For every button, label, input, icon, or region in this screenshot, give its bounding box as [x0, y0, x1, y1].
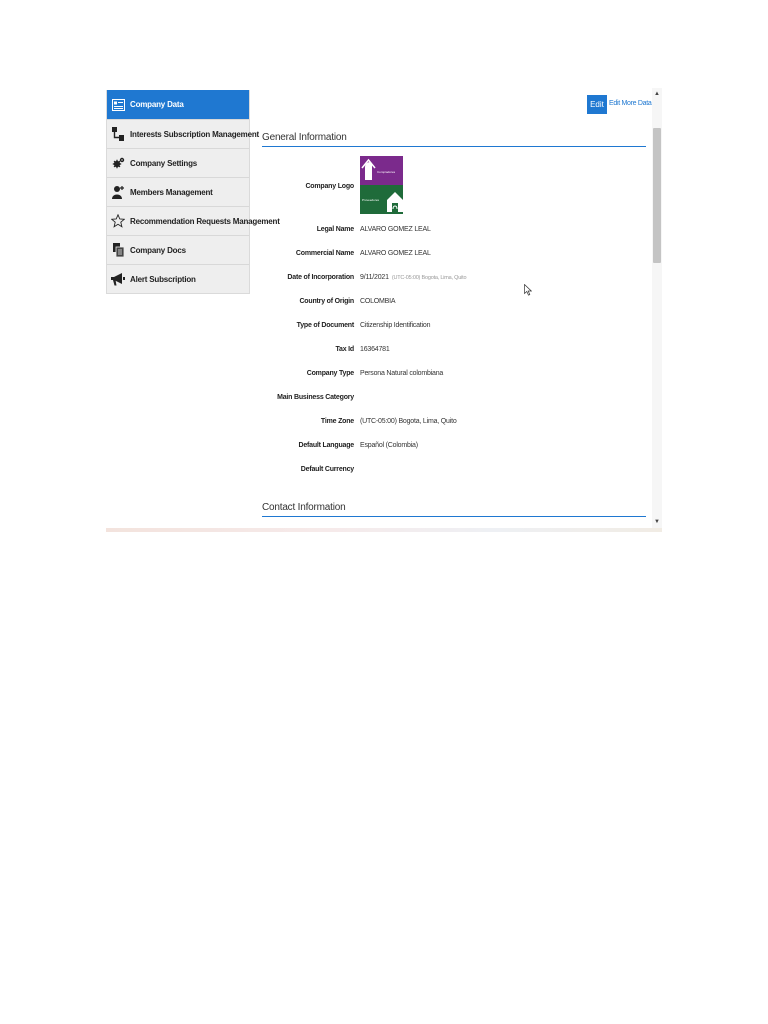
logo-text-top: Compradores	[377, 170, 396, 174]
field-legal-name: Legal Name ALVARO GOMEZ LEAL	[256, 226, 646, 238]
field-value: Citizenship Identification	[360, 322, 431, 329]
general-information-title: General Information	[262, 132, 347, 143]
field-label: Date of Incorporation	[287, 274, 354, 281]
mouse-cursor-icon	[524, 283, 533, 301]
add-user-icon	[111, 184, 125, 200]
field-type-of-document: Type of Document Citizenship Identificat…	[256, 322, 646, 334]
field-label: Country of Origin	[299, 298, 354, 305]
field-label: Commercial Name	[295, 250, 354, 257]
section-divider	[262, 516, 646, 517]
field-label: Time Zone	[320, 418, 354, 425]
app-frame: Company Data Interests Subscription Mana…	[106, 88, 662, 532]
field-main-business-category: Main Business Category	[256, 394, 646, 406]
field-value: Persona Natural colombiana	[360, 370, 444, 377]
field-value: Español (Colombia)	[360, 442, 418, 449]
company-logo: Compradores Proveedores	[360, 156, 403, 214]
field-label: Company Type	[306, 370, 354, 377]
field-value: 9/11/2021 (UTC-05:00) Bogota, Lima, Quito	[360, 274, 467, 281]
field-default-currency: Default Currency	[256, 466, 646, 478]
date-value: 9/11/2021	[360, 274, 389, 281]
field-date-of-incorporation: Date of Incorporation 9/11/2021 (UTC-05:0…	[256, 274, 646, 286]
company-data-icon	[111, 97, 125, 113]
main-content: Edit Edit More Data General Information …	[256, 88, 654, 532]
megaphone-icon	[111, 271, 125, 287]
sidebar-item-members-management[interactable]: Members Management	[107, 177, 249, 206]
sidebar-item-label: Alert Subscription	[130, 274, 196, 284]
field-value: COLOMBIA	[360, 298, 396, 305]
logo-text-bottom: Proveedores	[362, 198, 380, 202]
field-default-language: Default Language Español (Colombia)	[256, 442, 646, 454]
field-label: Main Business Category	[277, 394, 354, 401]
sidebar-item-recommendation-requests[interactable]: Recommendation Requests Management	[107, 206, 280, 235]
field-value: ALVARO GOMEZ LEAL	[360, 226, 431, 233]
field-company-type: Company Type Persona Natural colombiana	[256, 370, 646, 382]
contact-information-title: Contact Information	[262, 502, 346, 513]
documents-icon	[111, 242, 125, 258]
gears-icon	[111, 155, 125, 171]
sidebar: Company Data Interests Subscription Mana…	[106, 90, 280, 294]
edit-button[interactable]: Edit	[587, 95, 607, 114]
field-value: 16364781	[360, 346, 390, 353]
edit-more-data-link[interactable]: Edit More Data	[609, 100, 652, 107]
field-label: Legal Name	[316, 226, 354, 233]
section-divider	[262, 146, 646, 147]
scroll-up-icon[interactable]: ▲	[654, 90, 660, 98]
field-company-logo: Company Logo	[256, 183, 646, 195]
field-value: (UTC-05:00) Bogota, Lima, Quito	[360, 418, 457, 425]
sidebar-item-company-data[interactable]: Company Data	[107, 90, 249, 119]
scroll-down-icon[interactable]: ▼	[654, 518, 660, 526]
timezone-note: (UTC-05:00) Bogota, Lima, Quito	[391, 275, 467, 281]
frame-bottom-edge	[106, 528, 662, 532]
field-country-of-origin: Country of Origin COLOMBIA	[256, 298, 646, 310]
sidebar-item-label: Members Management	[130, 187, 213, 197]
field-label: Tax Id	[335, 346, 354, 353]
sidebar-item-interests-subscription[interactable]: Interests Subscription Management	[107, 119, 259, 148]
sidebar-item-company-docs[interactable]: Company Docs	[107, 235, 249, 264]
sidebar-item-label: Interests Subscription Management	[130, 129, 259, 139]
sidebar-item-label: Company Settings	[130, 158, 198, 168]
field-label: Type of Document	[296, 322, 355, 329]
field-commercial-name: Commercial Name ALVARO GOMEZ LEAL	[256, 250, 646, 262]
field-tax-id: Tax Id 16364781	[256, 346, 646, 358]
field-label: Company Logo	[305, 183, 354, 190]
sidebar-item-label: Company Data	[130, 100, 184, 109]
field-time-zone: Time Zone (UTC-05:00) Bogota, Lima, Quit…	[256, 418, 646, 430]
sidebar-item-company-settings[interactable]: Company Settings	[107, 148, 249, 177]
field-value: ALVARO GOMEZ LEAL	[360, 250, 431, 257]
scrollbar-thumb[interactable]	[653, 128, 661, 263]
field-label: Default Language	[298, 442, 354, 449]
vertical-scrollbar[interactable]: ▲ ▼	[652, 88, 662, 532]
hierarchy-icon	[111, 126, 125, 142]
sidebar-item-alert-subscription[interactable]: Alert Subscription	[107, 264, 249, 293]
field-label: Default Currency	[300, 466, 354, 473]
sidebar-item-label: Company Docs	[130, 245, 186, 255]
star-outline-icon	[111, 213, 125, 229]
